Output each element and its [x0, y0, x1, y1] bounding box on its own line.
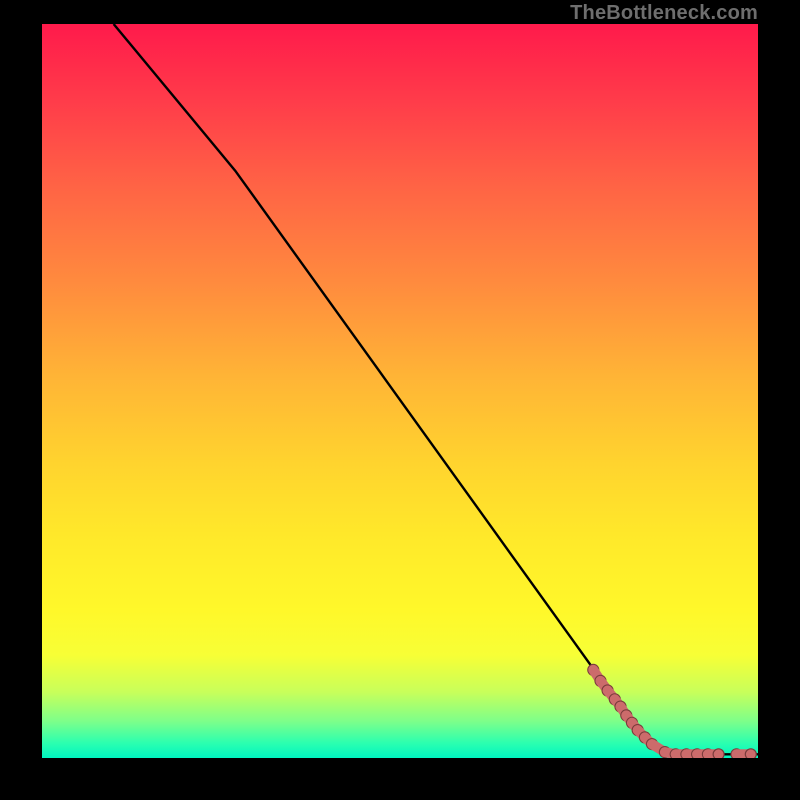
- marker-layer: [588, 664, 757, 758]
- plot-area: [42, 24, 758, 758]
- marker-dot: [745, 749, 756, 758]
- marker-dot: [713, 749, 724, 758]
- chart-svg: [42, 24, 758, 758]
- watermark-text: TheBottleneck.com: [570, 2, 758, 25]
- bottleneck-curve-line: [114, 24, 758, 754]
- chart-frame: TheBottleneck.com: [0, 0, 800, 800]
